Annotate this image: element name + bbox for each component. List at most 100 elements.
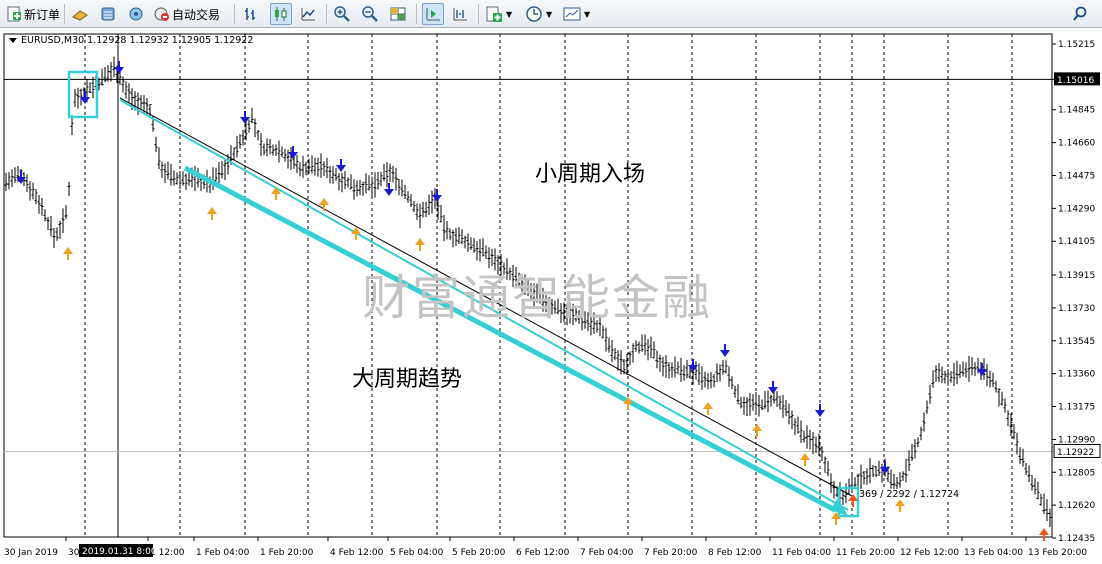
price-bar — [685, 360, 689, 379]
price-bar — [889, 469, 893, 489]
price-bar — [274, 144, 278, 157]
chevron-down-icon[interactable]: ▼ — [506, 10, 512, 19]
price-bar — [424, 201, 428, 218]
price-bar — [973, 362, 977, 377]
buy-signal-arrow-icon — [415, 238, 425, 251]
arrow-head — [703, 402, 713, 409]
price-bar — [832, 480, 836, 499]
auto-trading-button[interactable]: 自动交易 — [152, 3, 220, 25]
price-bar — [400, 179, 404, 197]
arrow-head — [415, 238, 425, 245]
price-bar — [709, 372, 713, 389]
zoom-in-button[interactable] — [332, 3, 352, 25]
collapse-triangle-icon[interactable] — [9, 38, 17, 43]
price-bar — [631, 343, 635, 363]
chevron-down-icon[interactable]: ▼ — [546, 10, 552, 19]
price-bar — [58, 220, 62, 239]
search-button[interactable] — [1070, 3, 1090, 25]
price-bar — [700, 366, 704, 390]
price-bar — [823, 456, 827, 473]
price-bar — [370, 176, 374, 197]
price-bar — [652, 341, 656, 359]
new-order-label: 新订单 — [24, 7, 61, 22]
price-bar — [778, 395, 782, 410]
price-bar — [394, 167, 398, 191]
price-bar — [760, 399, 764, 411]
price-bar — [826, 461, 830, 477]
price-bar — [259, 132, 263, 157]
price-bar — [460, 229, 464, 245]
price-bar — [166, 161, 170, 180]
candlestick-button[interactable] — [270, 3, 292, 25]
cursor-readout: 369 / 2292 / 1.12724 — [859, 489, 960, 500]
price-axis-label: 1.12620 — [1058, 501, 1095, 511]
buy-signal-arrow-icon — [703, 402, 713, 415]
price-bar — [634, 340, 638, 352]
periods-button[interactable]: ▼ — [524, 3, 552, 25]
price-bar — [1024, 462, 1028, 476]
price-bar — [928, 384, 932, 404]
bar-chart-icon — [242, 4, 262, 24]
annotation-small-cycle: 小周期入场 — [535, 162, 646, 187]
price-bar — [910, 443, 914, 462]
bar-chart-button[interactable] — [242, 3, 262, 25]
price-bar — [763, 390, 767, 409]
chart-window[interactable]: 1.15215 1.15016 1.14845 1.14660 1.14475 1.142… — [0, 28, 1102, 564]
price-bar — [877, 460, 881, 477]
price-bar — [73, 88, 77, 107]
price-bar — [472, 238, 476, 253]
price-bar — [358, 179, 362, 196]
price-bar — [301, 155, 305, 178]
auto-scroll-button[interactable] — [422, 3, 444, 25]
time-axis-label: 7 Feb 20:00 — [644, 548, 698, 558]
price-bar — [868, 458, 872, 484]
price-bar — [235, 135, 239, 158]
price-bar — [739, 396, 743, 409]
template-icon — [562, 4, 582, 24]
price-bar — [448, 228, 452, 241]
price-bar — [664, 355, 668, 378]
time-axis-label: 11 Feb 20:00 — [836, 548, 895, 558]
line-chart-button[interactable] — [298, 3, 318, 25]
auto-trading-icon — [152, 4, 172, 24]
tile-windows-button[interactable] — [388, 3, 408, 25]
price-bar — [67, 181, 71, 197]
price-axis-label: 1.12990 — [1058, 435, 1095, 445]
price-bar — [649, 336, 653, 359]
templates-button[interactable]: ▼ — [562, 3, 590, 25]
tile-windows-icon — [388, 4, 408, 24]
price-bar — [1000, 391, 1004, 406]
new-order-button[interactable]: 新订单 — [4, 3, 60, 25]
price-bar — [175, 172, 179, 185]
signals-button[interactable] — [126, 3, 146, 25]
zoom-out-button[interactable] — [360, 3, 380, 25]
chart-shift-button[interactable] — [450, 3, 470, 25]
price-bar — [697, 363, 701, 386]
price-bar — [334, 167, 338, 181]
history-center-button[interactable] — [98, 3, 118, 25]
indicators-button[interactable]: ▼ — [484, 3, 512, 25]
price-bar — [610, 340, 614, 363]
price-bar — [769, 394, 773, 407]
price-bar — [940, 366, 944, 384]
arrow-head — [319, 198, 329, 205]
chart-shift-icon — [450, 4, 470, 24]
price-bar — [277, 140, 281, 163]
price-bar — [913, 439, 917, 459]
price-bar — [730, 376, 734, 390]
arrow-head — [1039, 528, 1049, 535]
price-bar — [967, 355, 971, 382]
price-bar — [247, 119, 251, 133]
candlestick-icon — [271, 4, 291, 24]
chevron-down-icon[interactable]: ▼ — [584, 10, 590, 19]
sell-signal-arrow-icon — [720, 344, 730, 357]
price-bar — [268, 139, 272, 155]
price-bar — [781, 394, 785, 418]
time-axis-label: 12 Feb 12:00 — [900, 548, 959, 558]
price-axis-label: 1.14290 — [1058, 204, 1095, 214]
price-bar — [604, 327, 608, 352]
market-watch-button[interactable] — [70, 3, 90, 25]
price-bar — [811, 432, 815, 455]
price-bar — [916, 437, 920, 448]
price-bar — [349, 174, 353, 190]
